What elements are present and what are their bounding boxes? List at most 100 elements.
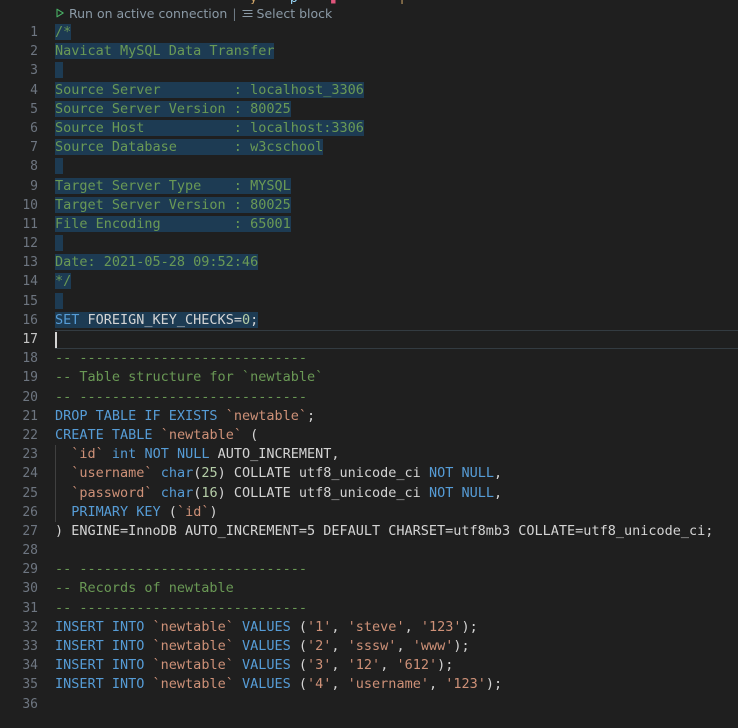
token-string: 'username' [348, 676, 429, 692]
token-punct: ) [55, 523, 71, 539]
code-line[interactable]: 30-- Records of newtable [0, 579, 738, 598]
code-line[interactable]: 5Source Server Version : 80025 [0, 100, 738, 119]
selection-highlight: Navicat MySQL Data Transfer [55, 43, 274, 59]
token-plain: AUTO_INCREMENT, [209, 446, 339, 462]
run-on-active-connection-action[interactable]: Run on active connection [55, 6, 227, 21]
sql-editor[interactable]: y p ▮ | Run on active connection | Sele [0, 0, 738, 728]
token-punct: , [331, 638, 347, 654]
token-punct: ) [218, 465, 226, 481]
token-plain [153, 465, 161, 481]
token-comment: Navicat MySQL Data Transfer [55, 43, 274, 59]
code-line[interactable]: 7Source Database : w3cschool [0, 138, 738, 157]
token-punct: , [380, 657, 396, 673]
code-line[interactable]: 22CREATE TABLE `newtable` ( [0, 426, 738, 445]
code-line[interactable]: 6Source Host : localhost:3306 [0, 119, 738, 138]
code-line[interactable]: 35INSERT INTO `newtable` VALUES ('4', 'u… [0, 675, 738, 694]
run-on-active-connection-label: Run on active connection [69, 6, 227, 21]
selection-highlight: SET FOREIGN_KEY_CHECKS=0; [55, 312, 258, 328]
code-line-text [55, 292, 63, 311]
code-line-text: Source Database : w3cschool [55, 138, 323, 157]
code-line[interactable]: 27) ENGINE=InnoDB AUTO_INCREMENT=5 DEFAU… [0, 522, 738, 541]
token-string: '4' [307, 676, 331, 692]
token-number: 25 [201, 465, 217, 481]
selection-highlight: Target Server Type : MYSQL [55, 178, 291, 194]
line-number: 13 [0, 253, 38, 272]
code-line[interactable]: 13Date: 2021-05-28 09:52:46 [0, 253, 738, 272]
line-number: 10 [0, 196, 38, 215]
token-plain: COLLATE utf8_unicode_ci [226, 465, 429, 481]
code-line[interactable]: 23 `id` int NOT NULL AUTO_INCREMENT, [0, 445, 738, 464]
code-line[interactable]: 1/* [0, 23, 738, 42]
select-block-action[interactable]: Select block [242, 6, 333, 21]
code-line[interactable]: 29-- ---------------------------- [0, 560, 738, 579]
line-number: 26 [0, 503, 38, 522]
code-line[interactable]: 25 `password` char(16) COLLATE utf8_unic… [0, 484, 738, 503]
code-line[interactable]: 18-- ---------------------------- [0, 349, 738, 368]
token-comment: /* [55, 24, 71, 40]
token-comment: */ [55, 273, 71, 289]
code-line[interactable]: 33INSERT INTO `newtable` VALUES ('2', 's… [0, 637, 738, 656]
code-line[interactable]: 4Source Server : localhost_3306 [0, 81, 738, 100]
clipped-glyph-4: | [400, 0, 404, 4]
token-punct: , [405, 619, 421, 635]
token-punct: ( [242, 427, 258, 443]
token-string: '612' [396, 657, 437, 673]
code-line[interactable]: 14 */ [0, 272, 738, 291]
code-line[interactable]: 26 PRIMARY KEY (`id`) [0, 503, 738, 522]
token-plain [55, 293, 63, 309]
token-plain [218, 408, 226, 424]
selection-highlight: Source Database : w3cschool [55, 139, 323, 155]
token-string: '12' [348, 657, 381, 673]
code-line-text: INSERT INTO `newtable` VALUES ('1', 'ste… [55, 618, 478, 637]
line-number: 14 [0, 272, 38, 291]
token-plain [55, 504, 71, 520]
code-line-text: -- Records of newtable [55, 579, 234, 598]
token-comment: -- ---------------------------- [55, 561, 307, 577]
token-punct: ( [291, 676, 307, 692]
code-line[interactable]: 24 `username` char(25) COLLATE utf8_unic… [0, 464, 738, 483]
code-line[interactable]: 10Target Server Version : 80025 [0, 196, 738, 215]
line-number: 21 [0, 407, 38, 426]
code-line[interactable]: 17 [0, 330, 738, 349]
code-line-text: CREATE TABLE `newtable` ( [55, 426, 258, 445]
code-line[interactable]: 11File Encoding : 65001 [0, 215, 738, 234]
token-plain [55, 465, 71, 481]
token-comment [55, 235, 63, 251]
code-line[interactable]: 2Navicat MySQL Data Transfer [0, 42, 738, 61]
token-punct: , [331, 657, 347, 673]
token-keyword: int [112, 446, 136, 462]
code-line[interactable]: 8 [0, 157, 738, 176]
token-plain [153, 427, 161, 443]
token-punct: , [331, 676, 347, 692]
token-keyword: INSERT INTO [55, 638, 144, 654]
code-line[interactable]: 32INSERT INTO `newtable` VALUES ('1', 's… [0, 618, 738, 637]
selection-highlight: Source Server Version : 80025 [55, 101, 291, 117]
token-punct: ; [250, 312, 258, 328]
code-line[interactable]: 19-- Table structure for `newtable` [0, 368, 738, 387]
token-string: 'sssw' [348, 638, 397, 654]
token-string: '3' [307, 657, 331, 673]
code-line[interactable]: 12 [0, 234, 738, 253]
token-ident: `newtable` [153, 638, 234, 654]
code-line[interactable]: 34INSERT INTO `newtable` VALUES ('3', '1… [0, 656, 738, 675]
token-punct: ) [218, 485, 226, 501]
token-ident: `id` [71, 446, 104, 462]
token-plain [144, 619, 152, 635]
code-line[interactable]: 15 [0, 292, 738, 311]
token-punct: ; [307, 408, 315, 424]
code-line[interactable]: 20 -- ---------------------------- [0, 388, 738, 407]
code-line[interactable]: 16SET FOREIGN_KEY_CHECKS=0; [0, 311, 738, 330]
code-line-text: -- ---------------------------- [55, 388, 307, 407]
token-plain [55, 485, 71, 501]
code-line[interactable]: 31-- ---------------------------- [0, 599, 738, 618]
token-keyword: DROP TABLE IF EXISTS [55, 408, 218, 424]
line-number: 20 [0, 388, 38, 407]
token-string: '1' [307, 619, 331, 635]
code-line[interactable]: 9Target Server Type : MYSQL [0, 177, 738, 196]
code-line[interactable]: 3 [0, 61, 738, 80]
code-lines-container[interactable]: 1/*2Navicat MySQL Data Transfer3 4Source… [0, 23, 738, 714]
code-line[interactable]: 28 [0, 541, 738, 560]
token-comment: Source Database : w3cschool [55, 139, 323, 155]
code-line[interactable]: 36 [0, 695, 738, 714]
code-line[interactable]: 21DROP TABLE IF EXISTS `newtable`; [0, 407, 738, 426]
